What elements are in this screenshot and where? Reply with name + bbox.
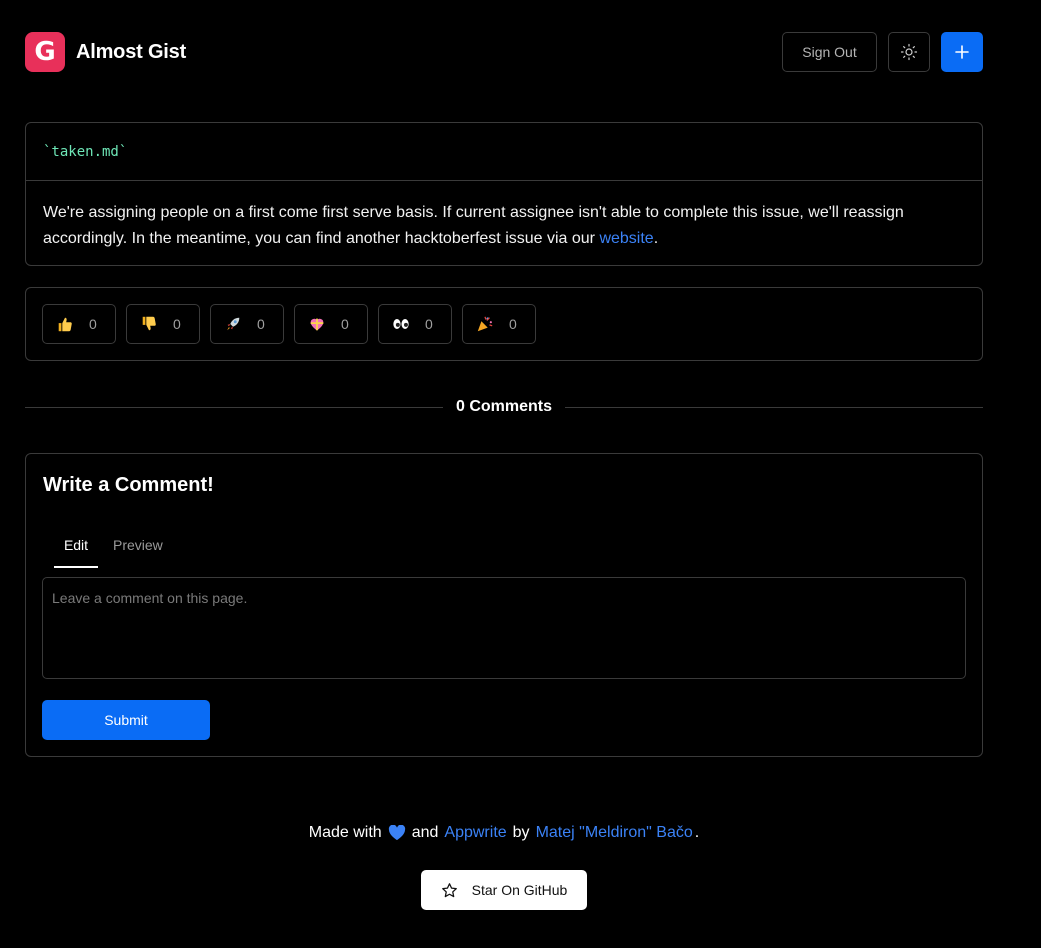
reaction-party[interactable]: 0 [462,304,536,344]
reaction-count: 0 [173,316,181,332]
app-logo[interactable]: G [25,32,65,72]
gist-body: We're assigning people on a first come f… [26,181,982,252]
divider-line [25,406,443,408]
reaction-thumbs-up[interactable]: 0 [42,304,116,344]
divider-line [565,406,983,408]
blue-heart-icon [388,824,406,842]
reaction-count: 0 [425,316,433,332]
website-link[interactable]: website [599,230,653,247]
reaction-rocket[interactable]: 0 [210,304,284,344]
comments-count: 0 Comments [455,398,553,415]
thumbs-down-icon [139,314,159,334]
gist-body-end: . [653,230,659,247]
tab-edit[interactable]: Edit [54,534,98,568]
app-title[interactable]: Almost Gist [76,41,186,64]
comment-input[interactable] [42,577,966,679]
footer-by: by [512,824,530,841]
comment-form-title: Write a Comment! [43,474,214,496]
comment-form-card: Write a Comment! Edit Preview Submit [25,453,983,757]
editor-tabs: Edit Preview [54,534,172,568]
theme-toggle-button[interactable] [888,32,930,72]
reaction-count: 0 [89,316,97,332]
sign-out-button[interactable]: Sign Out [782,32,877,72]
gist-filename: `taken.md` [43,143,128,160]
brand[interactable]: G Almost Gist [25,32,186,72]
party-popper-icon [475,314,495,334]
star-icon [441,882,457,897]
header: G Almost Gist Sign Out [25,32,983,72]
reaction-eyes[interactable]: 0 [378,304,452,344]
eyes-icon [391,314,411,334]
reaction-count: 0 [341,316,349,332]
new-gist-button[interactable] [941,32,983,72]
submit-button[interactable]: Submit [42,700,210,740]
gist-header: `taken.md` [26,123,982,181]
appwrite-link[interactable]: Appwrite [444,824,506,842]
reactions-card: 0 0 0 0 0 0 [25,287,983,361]
reaction-count: 0 [257,316,265,332]
heart-gift-icon [307,314,327,334]
tab-preview[interactable]: Preview [104,534,172,568]
star-label: Star On GitHub [471,882,568,898]
rocket-icon [223,314,243,334]
gist-card: `taken.md` We're assigning people on a f… [25,122,983,266]
footer-period: . [694,824,700,841]
reaction-thumbs-down[interactable]: 0 [126,304,200,344]
reaction-count: 0 [509,316,517,332]
header-actions: Sign Out [782,32,983,72]
footer-made-with: Made with [308,824,382,841]
sun-icon [900,43,918,61]
footer-and: and [411,824,439,841]
author-link[interactable]: Matej "Meldiron" Bačo [536,824,693,842]
reaction-heart[interactable]: 0 [294,304,368,344]
star-on-github-button[interactable]: Star On GitHub [421,870,587,910]
footer-credits: Made with and Appwrite by Matej "Meldiro… [0,824,1008,842]
gist-body-text: We're assigning people on a first come f… [43,204,904,247]
plus-icon [955,45,969,59]
comments-divider: 0 Comments [25,397,983,417]
thumbs-up-icon [55,314,75,334]
